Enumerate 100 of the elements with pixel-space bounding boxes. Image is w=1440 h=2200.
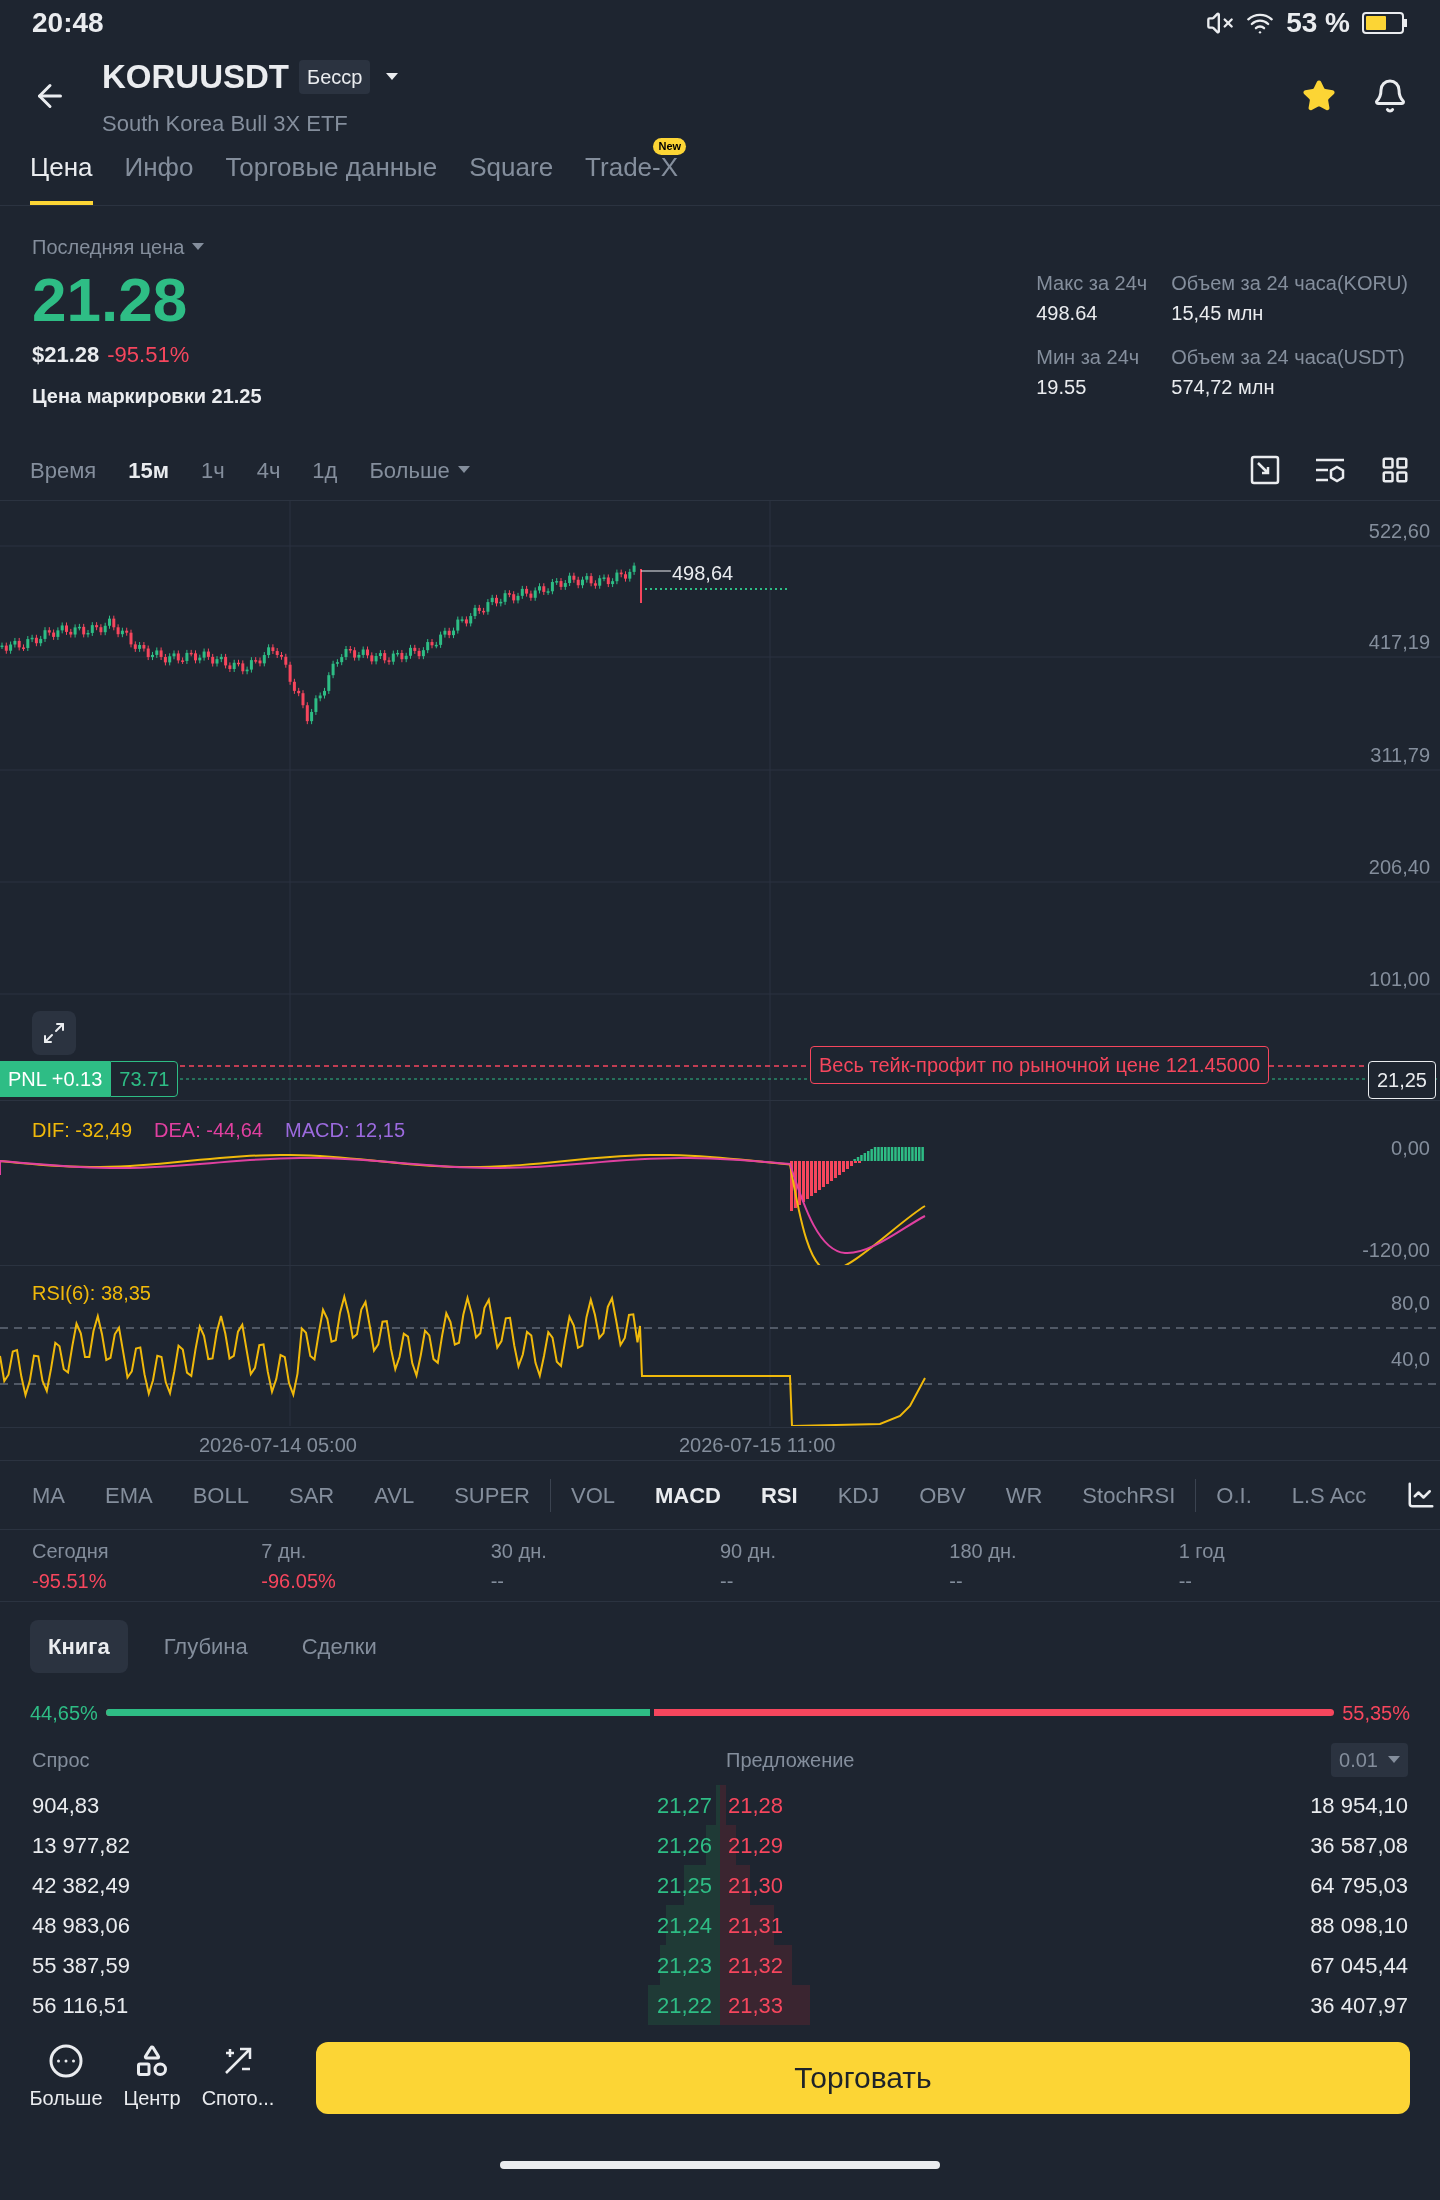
bid-quantity: 55 387,59 xyxy=(32,1951,130,1980)
favorite-star-icon[interactable] xyxy=(1302,79,1336,113)
indicator-tab[interactable]: EMA xyxy=(105,1478,153,1512)
period-label: 30 дн. xyxy=(490,1538,548,1564)
interval-tab[interactable]: 1ч xyxy=(200,453,225,487)
indicator-tab[interactable]: WR xyxy=(1005,1478,1043,1512)
contract-badge: Бесср xyxy=(299,59,371,94)
precision-caret-icon xyxy=(1388,1756,1400,1764)
stat-label: Объем за 24 часа(KORU) xyxy=(1171,271,1408,296)
more-intervals-button[interactable]: Больше xyxy=(369,453,470,487)
expand-arrows-icon xyxy=(42,1021,66,1045)
period-label: 180 дн. xyxy=(949,1538,1018,1564)
tab[interactable]: Торговые данные xyxy=(225,148,438,205)
mark-price: Цена маркировки 21.25 xyxy=(32,384,262,409)
ask-quantity: 88 098,10 xyxy=(1310,1911,1408,1940)
bid-quantity: 904,83 xyxy=(32,1791,100,1820)
stat-label: Мин за 24ч xyxy=(1036,345,1141,370)
indicator-tab[interactable]: StochRSI xyxy=(1082,1478,1176,1512)
status-time: 20:48 xyxy=(32,6,104,40)
ask-quantity: 36 587,08 xyxy=(1310,1831,1408,1860)
dea-value: DEA: -44,64 xyxy=(154,1118,263,1143)
book-tab[interactable]: Глубина xyxy=(145,1619,266,1673)
tab[interactable]: Инфо xyxy=(124,148,194,205)
indicator-tab[interactable]: SAR xyxy=(288,1478,335,1512)
book-tab[interactable]: Книга xyxy=(30,1619,128,1673)
interval-tab[interactable]: Время xyxy=(30,453,97,487)
indicator-tab[interactable]: SUPER xyxy=(454,1478,530,1512)
price-type-caret-icon xyxy=(192,243,205,251)
ask-quantity: 18 954,10 xyxy=(1310,1791,1408,1820)
price-change: -95.51% xyxy=(107,341,190,369)
battery-icon xyxy=(1362,11,1408,35)
stat-label: Объем за 24 часа(USDT) xyxy=(1171,345,1406,370)
indicator-tab[interactable]: MACD xyxy=(655,1478,721,1512)
tab[interactable]: Цена xyxy=(30,148,93,205)
stat-value: 19.55 xyxy=(1036,375,1088,400)
last-price: 21.28 xyxy=(32,264,189,336)
macd-axis-label: -120,00 xyxy=(1362,1238,1430,1263)
stat-value: 498.64 xyxy=(1036,301,1099,326)
dif-value: DIF: -32,49 xyxy=(32,1118,133,1143)
symbol-title: KORUUSDT xyxy=(102,56,289,97)
indicator-tab[interactable]: AVL xyxy=(374,1478,415,1512)
battery-percent: 53 % xyxy=(1286,6,1350,40)
period-change: -96.05% xyxy=(261,1568,337,1594)
rsi-value: RSI(6): 38,35 xyxy=(32,1281,151,1306)
dropdown-caret-icon xyxy=(386,72,399,81)
trade-button[interactable]: Торговать xyxy=(316,2041,1410,2114)
bottom-action[interactable]: Спото... xyxy=(202,2042,274,2113)
high-marker-line xyxy=(640,570,672,572)
ask-quantity: 36 407,97 xyxy=(1310,1991,1408,2020)
indicator-tab[interactable]: OBV xyxy=(919,1478,966,1512)
bid-quantity: 13 977,82 xyxy=(32,1831,130,1860)
position-size-label: 73.71 xyxy=(110,1061,179,1097)
bid-quantity: 56 116,51 xyxy=(32,1991,129,2020)
indicator-tab[interactable]: O.I. xyxy=(1216,1478,1252,1512)
bid-quantity: 42 382,49 xyxy=(32,1871,130,1900)
ask-quantity: 64 795,03 xyxy=(1310,1871,1408,1900)
bid-quantity: 48 983,06 xyxy=(32,1911,130,1940)
usd-price: $21.28 xyxy=(32,341,100,369)
ask-quantity: 67 045,44 xyxy=(1310,1951,1408,1980)
bottom-action[interactable]: Центр xyxy=(116,2042,188,2113)
bid-ratio: 44,65% xyxy=(30,1700,98,1726)
symbol-subtitle: South Korea Bull 3X ETF xyxy=(102,110,349,139)
macd-axis-label: 0,00 xyxy=(1391,1136,1430,1161)
more-icon xyxy=(48,2042,84,2079)
period-change: -- xyxy=(949,1568,964,1594)
period-change: -95.51% xyxy=(32,1568,108,1594)
price-type-label[interactable]: Последняя цена xyxy=(32,232,185,262)
new-badge: New xyxy=(653,138,687,155)
bid-header: Спрос xyxy=(32,1748,91,1773)
expand-chart-icon[interactable] xyxy=(1250,455,1280,485)
period-change: -- xyxy=(490,1568,505,1594)
layout-grid-icon[interactable] xyxy=(1380,455,1410,485)
current-price-label: 21,25 xyxy=(1367,1061,1436,1099)
indicator-tab[interactable]: KDJ xyxy=(837,1478,880,1512)
bottom-action[interactable]: Больше xyxy=(30,2042,102,2113)
tab[interactable]: Square xyxy=(469,148,554,205)
indicator-tab[interactable]: VOL xyxy=(570,1478,615,1512)
ask-ratio: 55,35% xyxy=(1342,1700,1410,1726)
macd-value: MACD: 12,15 xyxy=(285,1118,406,1143)
interval-tab[interactable]: 15м xyxy=(128,453,169,487)
time-axis-label: 2026-07-15 11:00 xyxy=(679,1433,836,1458)
take-profit-label: Весь тейк-профит по рыночной цене 121.45000 xyxy=(810,1046,1270,1084)
precision-dropdown[interactable]: 0.01 xyxy=(1331,1743,1408,1777)
period-label: 90 дн. xyxy=(720,1538,778,1564)
indicator-tab[interactable]: L.S Acc xyxy=(1291,1478,1367,1512)
price-axis-label: 206,40 xyxy=(1368,855,1430,880)
price-axis-label: 522,60 xyxy=(1368,519,1430,544)
period-change: -- xyxy=(720,1568,735,1594)
interval-tab[interactable]: 1д xyxy=(312,453,338,487)
ask-header: Предложение xyxy=(726,1748,855,1773)
book-tab[interactable]: Сделки xyxy=(283,1619,395,1673)
indicator-tab[interactable]: RSI xyxy=(761,1478,798,1512)
indicator-tab[interactable]: BOLL xyxy=(192,1478,249,1512)
period-label: 7 дн. xyxy=(261,1538,308,1564)
fullscreen-button[interactable] xyxy=(32,1011,76,1055)
stat-value: 15,45 млн xyxy=(1171,301,1265,326)
interval-tab[interactable]: 4ч xyxy=(256,453,281,487)
bell-icon[interactable] xyxy=(1372,78,1408,114)
indicator-tab[interactable]: MA xyxy=(32,1478,65,1512)
high-price-label: 498,64 xyxy=(672,561,734,586)
